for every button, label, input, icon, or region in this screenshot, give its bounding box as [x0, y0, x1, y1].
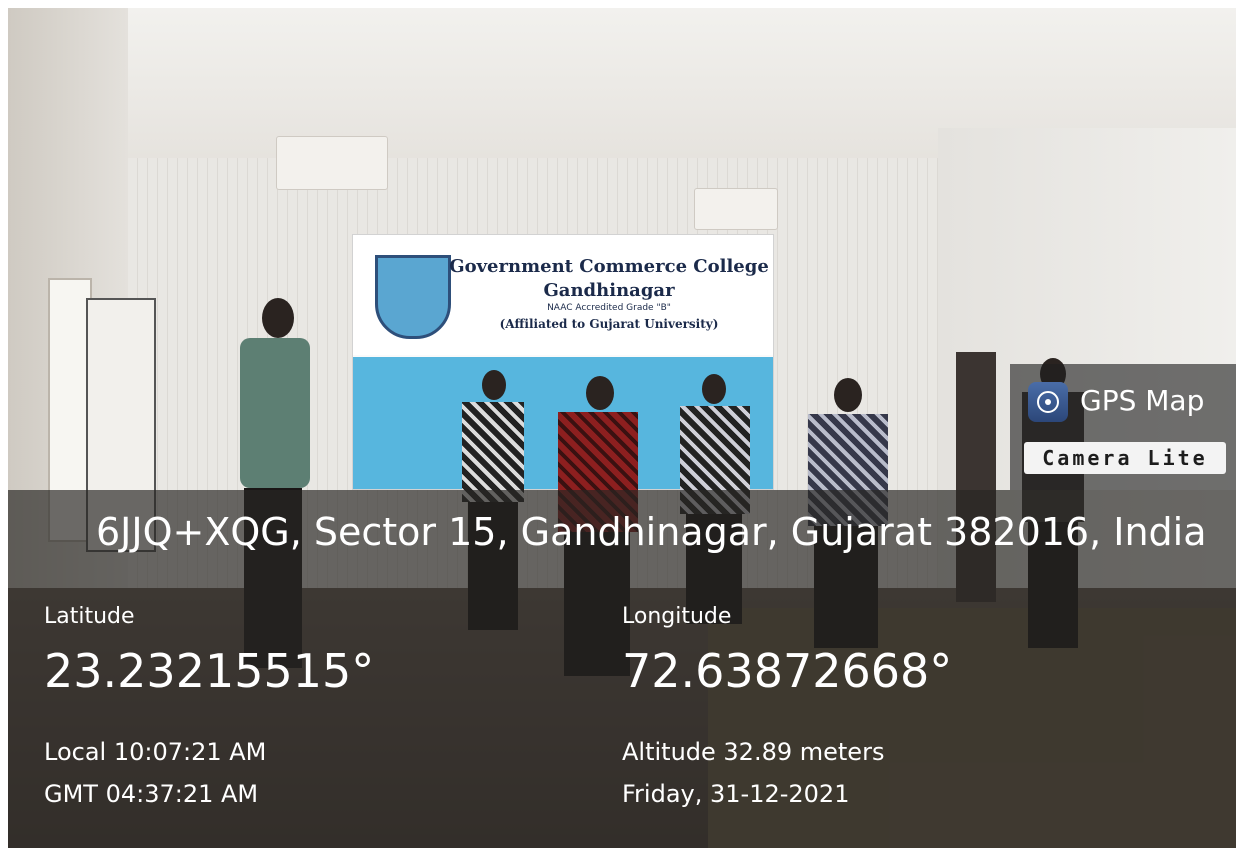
- air-conditioner-left: [276, 136, 388, 190]
- banner-title: Government Commerce College Gandhinagar: [449, 256, 769, 301]
- app-subtitle: Camera Lite: [1024, 442, 1226, 474]
- longitude-label: Longitude: [622, 604, 732, 629]
- app-name: GPS Map: [1080, 384, 1205, 417]
- longitude-value: 72.63872668°: [622, 644, 953, 698]
- latitude-label: Latitude: [44, 604, 135, 629]
- photo-background: Government Commerce College Gandhinagar …: [8, 8, 1236, 848]
- address: 6JJQ+XQG, Sector 15, Gandhinagar, Gujara…: [96, 510, 1207, 554]
- camera-lens-icon: [1028, 382, 1068, 422]
- local-time: Local 10:07:21 AM: [44, 738, 267, 766]
- banner-affiliation: (Affiliated to Gujarat University): [499, 317, 719, 331]
- latitude-value: 23.23215515°: [44, 644, 375, 698]
- app-watermark-badge: GPS Map Camera Lite: [1010, 364, 1236, 490]
- gmt-time: GMT 04:37:21 AM: [44, 780, 259, 808]
- banner-grade: NAAC Accredited Grade "B": [547, 303, 671, 313]
- college-logo: [375, 255, 451, 339]
- air-conditioner-right: [694, 188, 778, 230]
- date: Friday, 31-12-2021: [622, 780, 850, 808]
- altitude: Altitude 32.89 meters: [622, 738, 885, 766]
